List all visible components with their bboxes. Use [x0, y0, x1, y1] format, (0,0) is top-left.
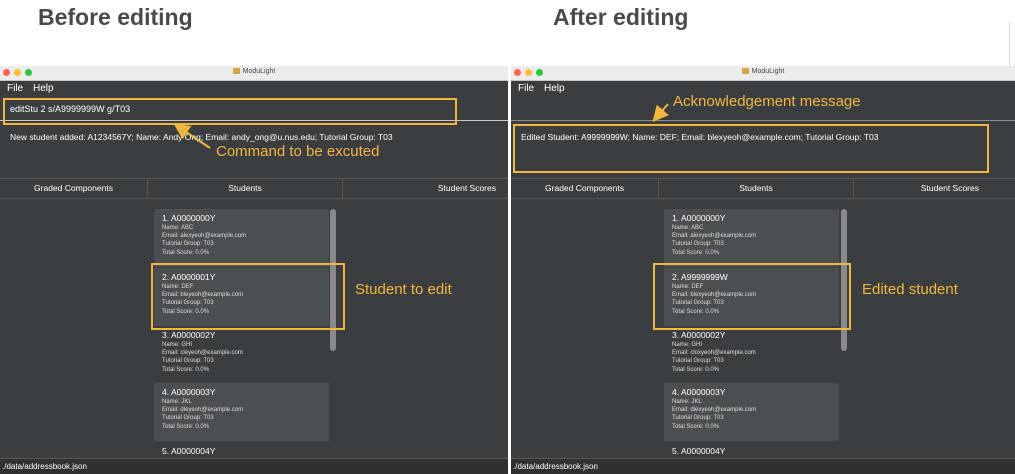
tab-students[interactable]: Students — [659, 179, 854, 198]
student-card[interactable]: 3. A0000002Y Name: GHI Email: cleyeoh@ex… — [154, 326, 329, 384]
student-card[interactable]: 3. A0000002Y Name: GHI Email: cloxyeoh@e… — [664, 326, 839, 384]
title-bar: ModuLight — [511, 66, 1015, 81]
acknowledgement-highlight-box — [513, 124, 989, 173]
student-to-edit-highlight-box — [151, 263, 345, 330]
edited-student-highlight-box — [653, 263, 851, 330]
student-group: Tutorial Group: T03 — [162, 415, 214, 422]
after-heading: After editing — [553, 4, 689, 30]
student-group: Tutorial Group: T03 — [162, 358, 214, 365]
student-group: Tutorial Group: T03 — [672, 358, 724, 365]
student-group: Tutorial Group: T03 — [672, 241, 724, 248]
menu-help[interactable]: Help — [33, 83, 54, 94]
menu-file[interactable]: File — [518, 83, 534, 94]
student-card[interactable]: 1. A0000000Y Name: ABC Email: alexyeoh@e… — [154, 209, 329, 267]
tab-graded-components[interactable]: Graded Components — [0, 179, 148, 198]
student-id: 5. A0000004Y — [162, 446, 216, 454]
student-card[interactable]: 1. A0000000Y Name: ABC Email: alexyeoh@e… — [664, 209, 839, 267]
menu-bar: File Help — [0, 81, 508, 97]
student-name: Name: ABC — [162, 225, 194, 231]
student-score: Total Score: 0.0% — [672, 423, 720, 430]
student-card[interactable]: 5. A0000004Y — [664, 442, 839, 454]
command-annotation: Command to be excuted — [216, 143, 380, 160]
student-id: 1. A0000000Y — [672, 213, 726, 223]
acknowledgement-annotation: Acknowledgement message — [673, 93, 861, 110]
status-path: ./data/addressbook.json — [2, 462, 87, 471]
student-email: Email: dleyeoh@example.com — [162, 407, 244, 414]
status-bar: ./data/addressbook.json — [0, 458, 508, 474]
tab-students[interactable]: Students — [148, 179, 343, 198]
student-id: 3. A0000002Y — [162, 330, 216, 340]
edited-student-annotation: Edited student — [862, 281, 958, 298]
student-score: Total Score: 0.0% — [162, 423, 210, 430]
app-icon — [741, 68, 749, 74]
window-title: ModuLight — [751, 68, 785, 75]
student-name: Name: JKL — [672, 399, 702, 405]
app-icon — [232, 68, 240, 74]
student-id: 5. A0000004Y — [672, 446, 726, 454]
tab-student-scores[interactable]: Student Scores — [343, 179, 508, 198]
student-email: Email: alexyeoh@example.com — [162, 233, 247, 240]
tab-student-scores[interactable]: Student Scores — [854, 179, 1015, 198]
student-card[interactable]: 5. A0000004Y — [154, 442, 329, 454]
student-name: Name: GHI — [672, 342, 703, 348]
title-bar: ModuLight — [0, 66, 508, 81]
student-score: Total Score: 0.0% — [672, 249, 720, 256]
student-score: Total Score: 0.0% — [162, 366, 210, 373]
student-id: 1. A0000000Y — [162, 213, 216, 223]
student-name: Name: ABC — [672, 225, 704, 231]
student-to-edit-annotation: Student to edit — [355, 281, 452, 298]
window-title: ModuLight — [242, 68, 276, 75]
student-group: Tutorial Group: T03 — [162, 241, 214, 248]
menu-help[interactable]: Help — [544, 83, 565, 94]
status-path: ./data/addressbook.json — [513, 462, 598, 471]
student-name: Name: JKL — [162, 399, 192, 405]
student-card[interactable]: 4. A0000003Y Name: JKL Email: dleyeoh@ex… — [154, 383, 329, 441]
student-card[interactable]: 4. A0000003Y Name: JKL Email: dlexyeoh@e… — [664, 383, 839, 441]
student-id: 4. A0000003Y — [162, 387, 216, 397]
student-email: Email: alexyeoh@example.com — [672, 233, 757, 240]
student-score: Total Score: 0.0% — [162, 249, 210, 256]
student-group: Tutorial Group: T03 — [672, 415, 724, 422]
before-heading: Before editing — [38, 4, 193, 30]
command-highlight-box — [3, 98, 457, 125]
menu-file[interactable]: File — [7, 83, 23, 94]
divider — [1009, 22, 1010, 66]
tab-graded-components[interactable]: Graded Components — [511, 179, 659, 198]
student-name: Name: GHI — [162, 342, 193, 348]
tab-bar: Graded Components Students Student Score… — [0, 178, 508, 199]
student-id: 4. A0000003Y — [672, 387, 726, 397]
student-score: Total Score: 0.0% — [672, 366, 720, 373]
student-email: Email: cleyeoh@example.com — [162, 350, 243, 357]
student-id: 3. A0000002Y — [672, 330, 726, 340]
status-bar: ./data/addressbook.json — [511, 458, 1015, 474]
student-email: Email: dlexyeoh@example.com — [672, 407, 757, 414]
tab-bar: Graded Components Students Student Score… — [511, 178, 1015, 199]
student-email: Email: cloxyeoh@example.com — [672, 350, 756, 357]
result-message: New student added: A1234567Y; Name: Andy… — [10, 132, 393, 142]
